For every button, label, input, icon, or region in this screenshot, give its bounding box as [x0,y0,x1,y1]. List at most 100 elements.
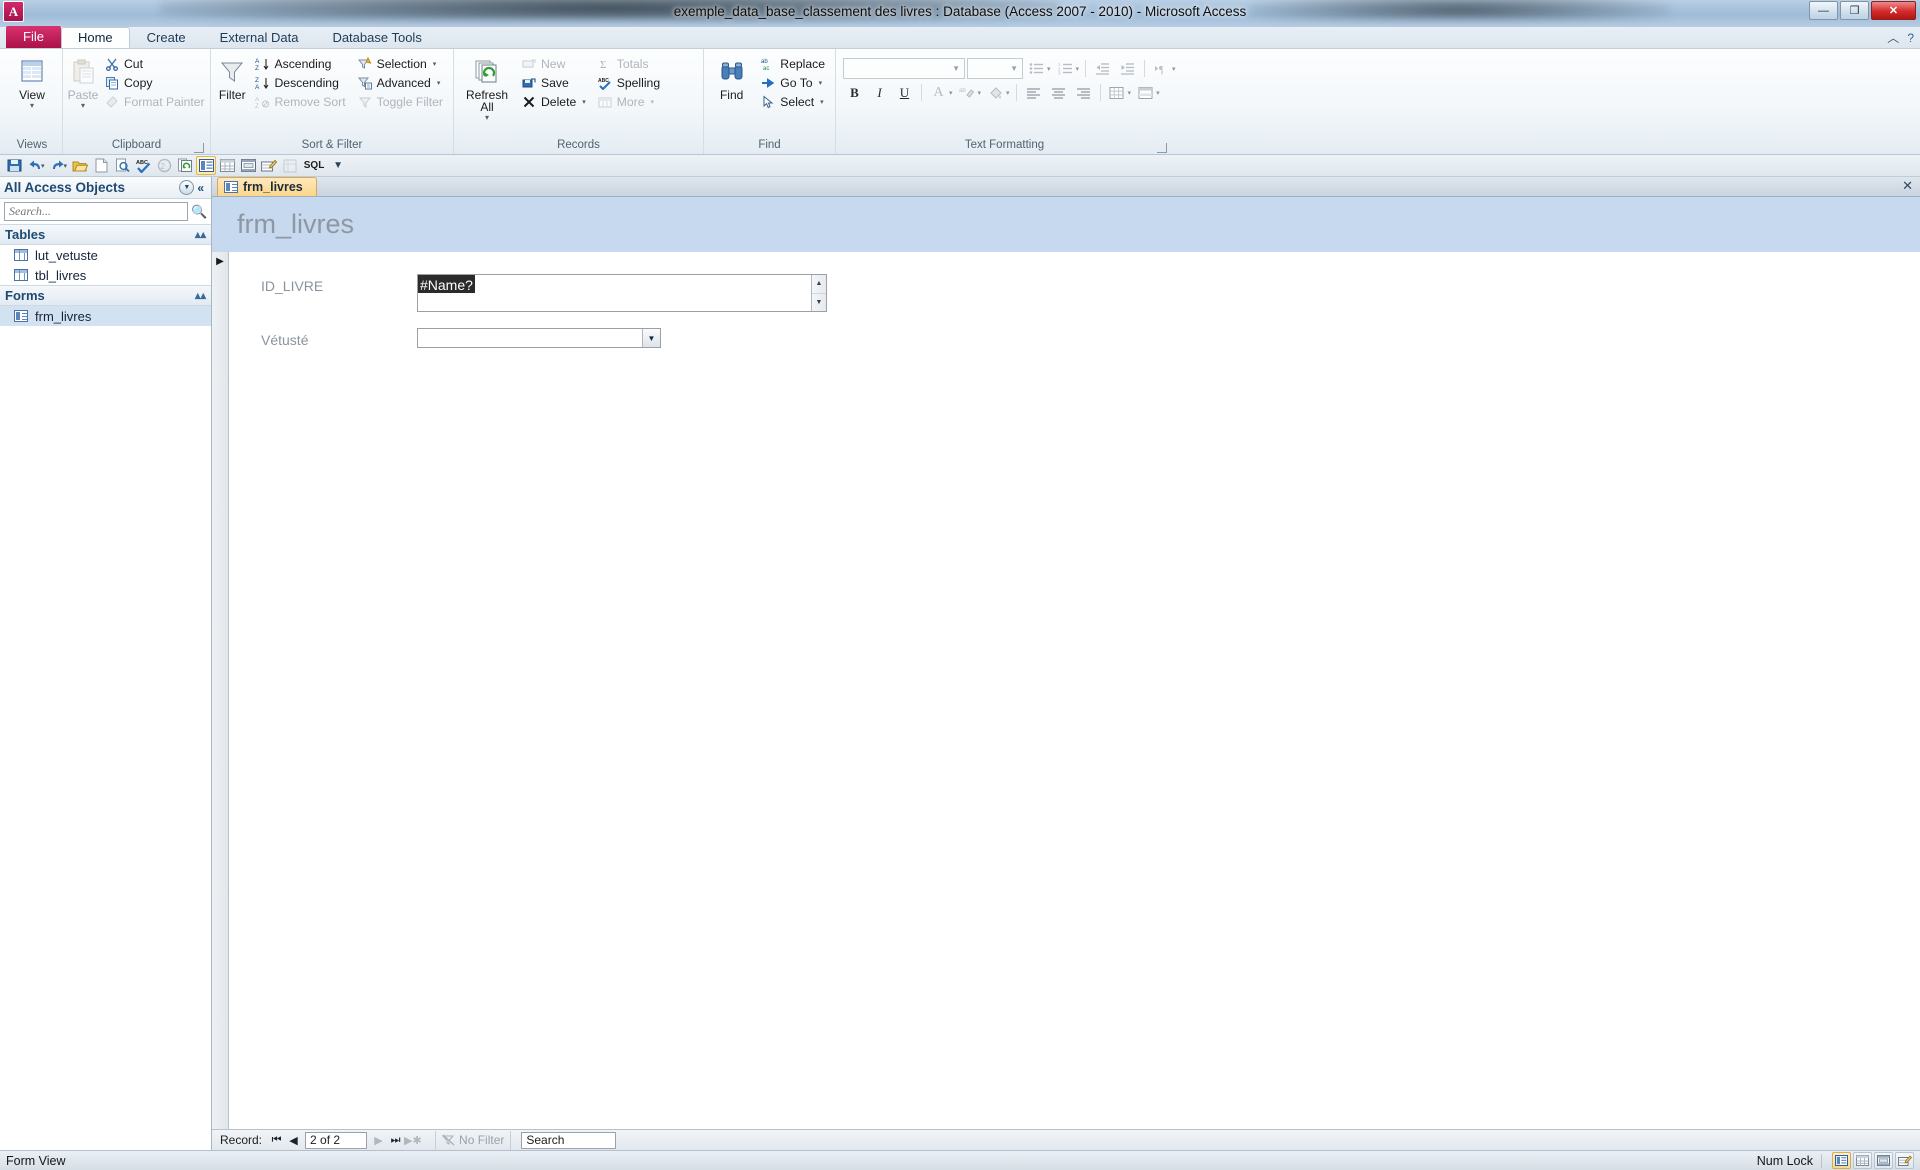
chevron-down-icon[interactable]: ▾ [485,114,489,122]
qat-undo-history-button[interactable]: 2 [154,156,174,175]
qat-form-view-button[interactable] [196,156,217,175]
chevron-down-icon[interactable]: ▾ [1156,89,1160,97]
select-button[interactable]: Select ▾ [757,93,831,111]
chevron-down-icon[interactable]: ▾ [1006,89,1010,97]
selection-button[interactable]: Selection ▾ [354,55,449,73]
descending-button[interactable]: ZA Descending [251,74,351,92]
tab-file[interactable]: File [6,26,61,48]
chevron-down-icon[interactable]: ▾ [41,162,45,170]
tab-database-tools[interactable]: Database Tools [315,27,438,48]
qat-design-view-button[interactable] [259,156,279,175]
refresh-all-button[interactable]: Refresh All ▾ [458,54,516,122]
qat-layout-view-button[interactable] [238,156,258,175]
nav-item-lut-vetuste[interactable]: lut_vetuste [0,245,211,265]
new-record-button[interactable]: New [518,55,592,73]
numbered-list-button[interactable]: 123 [1054,58,1077,79]
qat-save-button[interactable] [4,156,24,175]
remove-sort-button[interactable]: AZ Remove Sort [251,93,351,111]
underline-button[interactable]: U [893,82,916,103]
increase-indent-button[interactable] [1116,58,1139,79]
qat-datasheet-view-button[interactable] [217,156,237,175]
text-formatting-dialog-launcher[interactable] [1157,143,1167,153]
font-color-button[interactable]: A [927,82,950,103]
nav-group-tables[interactable]: Tables ▴▴ [0,224,211,245]
record-position-input[interactable]: 2 of 2 [305,1131,368,1149]
qat-print-preview-button[interactable] [112,156,132,175]
spelling-button[interactable]: ABC Spelling [594,74,666,92]
fill-color-button[interactable] [984,82,1007,103]
highlight-color-button[interactable]: ab [956,82,979,103]
prev-record-button[interactable]: ◀ [285,1134,302,1147]
nav-item-frm-livres[interactable]: frm_livres [0,306,211,326]
double-chevron-left-icon[interactable]: « [194,181,207,195]
qat-refresh-all-button[interactable] [175,156,195,175]
cut-button[interactable]: Cut [101,55,211,73]
clipboard-dialog-launcher[interactable] [194,143,204,153]
chevron-down-icon[interactable]: ▾ [582,98,586,106]
last-record-button[interactable]: ⏭ [387,1134,404,1147]
text-direction-button[interactable]: ¶ [1150,58,1173,79]
align-left-button[interactable] [1022,82,1045,103]
chevron-down-icon[interactable]: ▾ [30,102,34,110]
qat-customize-button[interactable]: ▼ [328,156,348,175]
qat-spelling-button[interactable]: ABC [133,156,153,175]
view-button[interactable]: View ▾ [6,54,58,110]
gridlines-button[interactable] [1106,82,1129,103]
goto-button[interactable]: Go To ▾ [757,74,831,92]
minimize-ribbon-icon[interactable]: ︿ [1887,29,1899,46]
vetuste-combobox[interactable]: ▼ [417,328,661,348]
chevron-down-icon[interactable]: ▾ [820,98,824,106]
align-center-button[interactable] [1047,82,1070,103]
delete-record-button[interactable]: Delete ▾ [518,93,592,111]
search-input[interactable] [4,202,188,221]
record-selector[interactable]: ▶ [212,252,229,1129]
chevron-down-icon[interactable]: ▾ [81,102,85,110]
chevron-down-icon[interactable]: ▾ [819,79,823,87]
new-record-button[interactable]: ▶✱ [404,1134,422,1147]
help-icon[interactable]: ? [1907,31,1914,45]
chevron-down-circle-icon[interactable]: ▼ [179,180,195,195]
chevron-down-icon[interactable]: ▾ [64,162,68,170]
chevron-down-icon[interactable]: ▾ [433,60,437,68]
copy-button[interactable]: Copy [101,74,211,92]
totals-button[interactable]: Σ Totals [594,55,666,73]
save-record-button[interactable]: Save [518,74,592,92]
chevron-down-icon[interactable]: ▾ [978,89,982,97]
chevron-down-icon[interactable]: ▾ [1128,89,1132,97]
nav-item-tbl-livres[interactable]: tbl_livres [0,265,211,285]
status-datasheet-view-button[interactable] [1853,1152,1872,1169]
first-record-button[interactable]: ⏮ [268,1134,285,1147]
qat-new-button[interactable] [91,156,111,175]
chevron-up-icon[interactable]: ▴▴ [195,289,206,302]
filter-toggle-button[interactable]: No Filter [435,1130,512,1150]
ascending-button[interactable]: AZ Ascending [251,55,351,73]
chevron-down-icon[interactable]: ▾ [1076,65,1080,73]
triangle-down-icon[interactable]: ▼ [812,292,826,312]
chevron-down-icon[interactable]: ▼ [1010,64,1018,73]
font-name-combobox[interactable]: ▼ [843,58,965,79]
navigation-pane-header[interactable]: All Access Objects ▼ « [0,177,211,199]
filter-button[interactable]: Filter [215,54,249,101]
chevron-down-icon[interactable]: ▼ [952,64,960,73]
qat-open-button[interactable] [70,156,90,175]
chevron-down-icon[interactable]: ▾ [651,98,655,106]
replace-button[interactable]: ab ac Replace [757,55,831,73]
close-document-icon[interactable]: ✕ [1902,178,1913,194]
bold-button[interactable]: B [843,82,866,103]
minimize-button[interactable]: — [1809,1,1838,20]
more-button[interactable]: More ▾ [594,93,666,111]
advanced-button[interactable]: Advanced ▾ [354,74,449,92]
bulleted-list-button[interactable] [1025,58,1048,79]
chevron-down-icon[interactable]: ▾ [437,79,441,87]
font-size-combobox[interactable]: ▼ [967,58,1023,79]
close-button[interactable]: ✕ [1871,1,1916,20]
next-record-button[interactable]: ▶ [370,1134,387,1147]
restore-button[interactable]: ❐ [1840,1,1869,20]
qat-sql-view-button[interactable]: SQL [301,156,327,175]
tab-create[interactable]: Create [130,27,203,48]
status-layout-view-button[interactable] [1874,1152,1893,1169]
triangle-up-icon[interactable]: ▲ [812,275,826,293]
alternate-row-color-button[interactable] [1134,82,1157,103]
align-right-button[interactable] [1072,82,1095,103]
tab-home[interactable]: Home [60,27,130,48]
